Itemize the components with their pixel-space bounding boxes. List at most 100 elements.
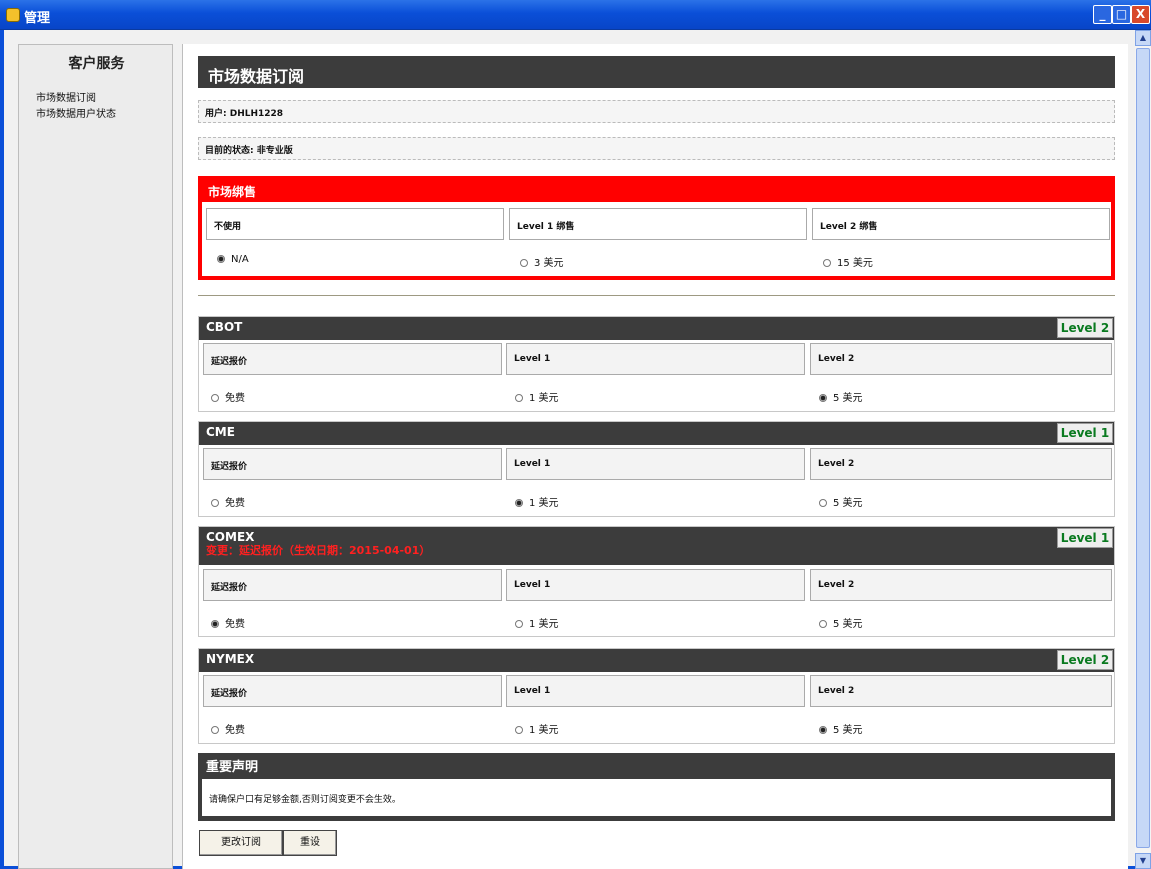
sidebar: 客户服务 市场数据订阅 市场数据用户状态 [18, 44, 173, 869]
option-level1-label: Level 1 [506, 343, 805, 375]
nymex-radio-free[interactable]: 免费 [211, 721, 245, 736]
radio-label: 1 美元 [529, 498, 559, 509]
market-header-cbot: CBOT [199, 317, 1114, 340]
window-title: 管理 [24, 11, 51, 26]
option-level2-label: Level 2 [810, 448, 1112, 480]
radio-label: 免费 [225, 725, 245, 736]
radio-unselected-icon [819, 620, 827, 628]
market-header-nymex: NYMEX [199, 649, 1114, 672]
bundle-option-level1-label: Level 1 绑售 [509, 208, 807, 240]
vertical-scrollbar[interactable]: ▲ ▼ [1135, 30, 1151, 869]
option-delayed-label: 延迟报价 [203, 675, 502, 707]
market-name: COMEX [206, 530, 255, 544]
important-notice-panel: 重要声明 请确保户口有足够金额,否则订阅变更不会生效。 [198, 753, 1115, 821]
reset-button[interactable]: 重设 [283, 830, 337, 856]
close-button[interactable]: X [1131, 5, 1150, 24]
radio-selected-icon [515, 499, 523, 507]
option-delayed-label: 延迟报价 [203, 569, 502, 601]
cme-radio-level2[interactable]: 5 美元 [819, 494, 863, 509]
sidebar-item-market-data-user-status[interactable]: 市场数据用户状态 [36, 105, 116, 120]
radio-unselected-icon [211, 499, 219, 507]
bundle-radio-none-text: N/A [231, 254, 249, 265]
radio-label: 5 美元 [833, 393, 863, 404]
nymex-radio-level2[interactable]: 5 美元 [819, 721, 863, 736]
radio-unselected-icon [211, 726, 219, 734]
market-name: NYMEX [206, 652, 255, 666]
comex-radio-level1[interactable]: 1 美元 [515, 615, 559, 630]
radio-label: 免费 [225, 393, 245, 404]
notice-title: 重要声明 [206, 760, 259, 775]
option-level2-label: Level 2 [810, 675, 1112, 707]
scroll-up-arrow-icon[interactable]: ▲ [1135, 30, 1151, 46]
nymex-radio-level1[interactable]: 1 美元 [515, 721, 559, 736]
cme-radio-free[interactable]: 免费 [211, 494, 245, 509]
option-delayed-label: 延迟报价 [203, 448, 502, 480]
market-header-comex: COMEX 变更：延迟报价（生效日期：2015-04-01） [199, 527, 1114, 565]
radio-unselected-icon [520, 259, 528, 267]
radio-label: 5 美元 [833, 725, 863, 736]
page-title: 市场数据订阅 [198, 56, 1115, 88]
sidebar-item-market-data-subscription[interactable]: 市场数据订阅 [36, 89, 96, 104]
option-level2-label: Level 2 [810, 343, 1112, 375]
notice-text: 请确保户口有足够金额,否则订阅变更不会生效。 [202, 779, 1111, 816]
cme-radio-level1[interactable]: 1 美元 [515, 494, 559, 509]
radio-selected-icon [217, 255, 225, 263]
market-section-comex: COMEX 变更：延迟报价（生效日期：2015-04-01） Level 1 延… [198, 526, 1115, 637]
market-bundle-panel: 市场绑售 不使用 Level 1 绑售 Level 2 绑售 N/A 3 美元 … [198, 176, 1115, 280]
option-delayed-label: 延迟报价 [203, 343, 502, 375]
bundle-title: 市场绑售 [202, 180, 1111, 202]
comex-radio-free[interactable]: 免费 [211, 615, 245, 630]
market-name: CBOT [206, 320, 243, 334]
radio-unselected-icon [819, 499, 827, 507]
app-icon [6, 8, 20, 22]
bundle-option-none-label: 不使用 [206, 208, 504, 240]
radio-selected-icon [819, 726, 827, 734]
market-name: CME [206, 425, 235, 439]
radio-label: 5 美元 [833, 619, 863, 630]
market-section-cbot: CBOT Level 2 延迟报价 Level 1 Level 2 免费 1 美… [198, 316, 1115, 412]
change-notice: 变更：延迟报价（生效日期：2015-04-01） [206, 544, 431, 557]
option-level2-label: Level 2 [810, 569, 1112, 601]
current-level-badge: Level 2 [1057, 318, 1113, 338]
current-level-badge: Level 1 [1057, 423, 1113, 443]
option-level1-label: Level 1 [506, 448, 805, 480]
maximize-button[interactable]: □ [1112, 5, 1131, 24]
radio-unselected-icon [515, 726, 523, 734]
minimize-button[interactable]: _ [1093, 5, 1112, 24]
radio-label: 1 美元 [529, 393, 559, 404]
scroll-down-arrow-icon[interactable]: ▼ [1135, 853, 1151, 869]
radio-label: 1 美元 [529, 619, 559, 630]
market-section-nymex: NYMEX Level 2 延迟报价 Level 1 Level 2 免费 1 … [198, 648, 1115, 744]
radio-unselected-icon [515, 394, 523, 402]
cbot-radio-level1[interactable]: 1 美元 [515, 389, 559, 404]
radio-unselected-icon [823, 259, 831, 267]
radio-selected-icon [211, 620, 219, 628]
radio-unselected-icon [211, 394, 219, 402]
radio-selected-icon [819, 394, 827, 402]
bundle-radio-none[interactable]: N/A [217, 254, 249, 265]
bundle-option-level2-label: Level 2 绑售 [812, 208, 1110, 240]
option-level1-label: Level 1 [506, 675, 805, 707]
bundle-radio-level1[interactable]: 3 美元 [520, 254, 564, 269]
radio-label: 免费 [225, 498, 245, 509]
comex-radio-level2[interactable]: 5 美元 [819, 615, 863, 630]
radio-label: 免费 [225, 619, 245, 630]
scrollbar-thumb[interactable] [1136, 48, 1150, 848]
market-header-cme: CME [199, 422, 1114, 445]
user-info: 用户: DHLH1228 [198, 100, 1115, 123]
cbot-radio-free[interactable]: 免费 [211, 389, 245, 404]
bundle-radio-level2-text: 15 美元 [837, 258, 873, 269]
bundle-radio-level1-text: 3 美元 [534, 258, 564, 269]
radio-label: 5 美元 [833, 498, 863, 509]
section-divider [198, 295, 1115, 296]
market-section-cme: CME Level 1 延迟报价 Level 1 Level 2 免费 1 美元… [198, 421, 1115, 517]
bundle-radio-level2[interactable]: 15 美元 [823, 254, 873, 269]
change-subscription-button[interactable]: 更改订阅 [199, 830, 283, 856]
window-titlebar: 管理 _ □ X [0, 0, 1151, 30]
radio-label: 1 美元 [529, 725, 559, 736]
cbot-radio-level2[interactable]: 5 美元 [819, 389, 863, 404]
sidebar-title: 客户服务 [68, 56, 125, 72]
option-level1-label: Level 1 [506, 569, 805, 601]
radio-unselected-icon [515, 620, 523, 628]
current-level-badge: Level 2 [1057, 650, 1113, 670]
